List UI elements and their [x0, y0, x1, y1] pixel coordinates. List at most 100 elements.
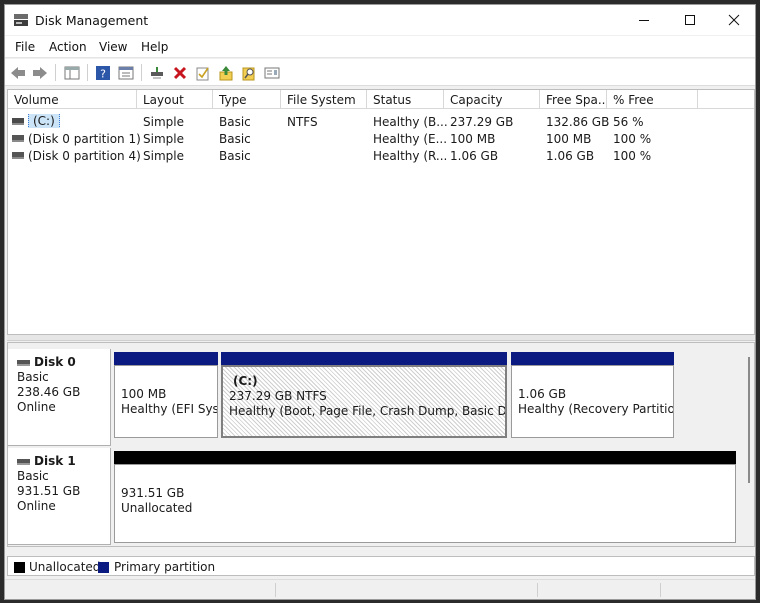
column-header-volume[interactable]: Volume: [8, 90, 137, 109]
toolbar-separator: [87, 64, 88, 81]
partition-c[interactable]: (C:) 237.29 GB NTFS Healthy (Boot, Page …: [221, 352, 507, 438]
column-header-percent-free[interactable]: % Free: [607, 90, 698, 109]
disk-0-label[interactable]: Disk 0 Basic 238.46 GB Online: [8, 349, 111, 446]
help-button[interactable]: ?: [94, 64, 112, 82]
check-button[interactable]: [194, 64, 212, 82]
menu-help[interactable]: Help: [141, 40, 168, 54]
help-icon: ?: [96, 66, 110, 81]
volume-free-space: 100 MB: [546, 132, 592, 146]
primary-partition-bar: [511, 352, 674, 365]
disk-1-label[interactable]: Disk 1 Basic 931.51 GB Online: [8, 448, 111, 545]
volume-drive-icon: [12, 118, 24, 125]
volume-file-system: NTFS: [287, 115, 318, 129]
disk-map-scrollbar[interactable]: [746, 349, 752, 539]
partition-size: 931.51 GB: [121, 486, 185, 500]
partition-size: 237.29 GB NTFS: [229, 389, 327, 403]
show-hide-console-tree-icon: [64, 66, 80, 80]
minimize-icon: [639, 20, 649, 21]
disk-name: Disk 1: [34, 454, 76, 468]
column-header-status[interactable]: Status: [367, 90, 444, 109]
search-button[interactable]: [240, 64, 258, 82]
toolbar-separator: [55, 64, 56, 81]
partition-efi[interactable]: 100 MB Healthy (EFI Syste: [114, 352, 218, 438]
volume-type: Basic: [219, 149, 251, 163]
forward-button[interactable]: [31, 64, 49, 82]
volume-type: Basic: [219, 115, 251, 129]
volume-status: Healthy (R...: [373, 149, 448, 163]
disk-state: Online: [17, 400, 56, 414]
volume-status: Healthy (B...: [373, 115, 448, 129]
connect-drive-icon: [151, 67, 163, 79]
maximize-button[interactable]: [667, 5, 713, 35]
volume-drive-icon: [12, 152, 24, 159]
disk-map-pane: Disk 0 Basic 238.46 GB Online 100 MB Hea…: [7, 342, 755, 547]
partition-body-selected: (C:) 237.29 GB NTFS Healthy (Boot, Page …: [221, 365, 507, 438]
check-icon: [196, 67, 209, 81]
volume-percent-free: 56 %: [613, 115, 644, 129]
column-header-layout[interactable]: Layout: [137, 90, 213, 109]
import-button[interactable]: [217, 64, 235, 82]
partition-unallocated[interactable]: 931.51 GB Unallocated: [114, 451, 736, 543]
status-divider: [537, 583, 538, 597]
column-header-type[interactable]: Type: [213, 90, 281, 109]
volume-capacity: 237.29 GB: [450, 115, 514, 129]
menu-action[interactable]: Action: [49, 40, 87, 54]
disk-management-app-icon: [14, 14, 28, 26]
import-icon: [219, 66, 233, 81]
minimize-button[interactable]: [621, 5, 667, 35]
scrollbar-thumb[interactable]: [748, 357, 750, 483]
volume-row[interactable]: (C:) Simple Basic NTFS Healthy (B... 237…: [8, 113, 754, 130]
toolbar-separator: [141, 64, 142, 81]
column-header-filler: [698, 90, 754, 109]
pane-splitter[interactable]: [7, 335, 755, 341]
volume-percent-free: 100 %: [613, 149, 652, 163]
title-bar: Disk Management: [5, 5, 755, 35]
column-header-capacity[interactable]: Capacity: [444, 90, 540, 109]
column-header-free-space[interactable]: Free Spa...: [540, 90, 607, 109]
unallocated-bar: [114, 451, 736, 464]
status-divider: [275, 583, 276, 597]
legend-swatch-primary: [98, 562, 109, 573]
partition-status: Healthy (Boot, Page File, Crash Dump, Ba…: [229, 404, 507, 418]
disk-type: Basic: [17, 469, 49, 483]
volume-name: (Disk 0 partition 1): [28, 132, 141, 146]
volume-name: (C:): [28, 114, 60, 128]
column-header-file-system[interactable]: File System: [281, 90, 367, 109]
partition-body: 100 MB Healthy (EFI Syste: [114, 365, 218, 438]
volume-layout: Simple: [143, 132, 184, 146]
partition-body: 931.51 GB Unallocated: [114, 464, 736, 543]
back-icon: [11, 67, 25, 79]
legend-swatch-unallocated: [14, 562, 25, 573]
status-bar: [5, 579, 755, 599]
menu-view[interactable]: View: [99, 40, 127, 54]
volume-name: (Disk 0 partition 4): [28, 149, 141, 163]
partition-status: Healthy (Recovery Partition): [518, 402, 674, 416]
partition-recovery[interactable]: 1.06 GB Healthy (Recovery Partition): [511, 352, 674, 438]
primary-partition-bar: [114, 352, 218, 365]
primary-partition-bar: [221, 352, 507, 365]
view-button[interactable]: [263, 64, 281, 82]
legend-label-primary: Primary partition: [114, 560, 216, 574]
partition-status: Unallocated: [121, 501, 193, 515]
volume-row[interactable]: (Disk 0 partition 1) Simple Basic Health…: [8, 130, 754, 147]
volume-type: Basic: [219, 132, 251, 146]
connect-drive-button[interactable]: [148, 64, 166, 82]
close-button[interactable]: [711, 5, 757, 35]
search-icon: [242, 67, 255, 81]
disk-icon: [17, 458, 30, 465]
volume-row[interactable]: (Disk 0 partition 4) Simple Basic Health…: [8, 147, 754, 164]
view-icon: [264, 67, 280, 79]
back-button[interactable]: [9, 64, 27, 82]
disk-type: Basic: [17, 370, 49, 384]
status-divider: [660, 583, 661, 597]
disk-size: 238.46 GB: [17, 385, 81, 399]
partition-size: 1.06 GB: [518, 387, 567, 401]
volume-capacity: 100 MB: [450, 132, 496, 146]
volume-capacity: 1.06 GB: [450, 149, 499, 163]
disk-state: Online: [17, 499, 56, 513]
properties-button[interactable]: [117, 64, 135, 82]
close-icon: [728, 14, 740, 26]
delete-button[interactable]: [171, 64, 189, 82]
menu-file[interactable]: File: [15, 40, 35, 54]
show-hide-console-tree-button[interactable]: [63, 64, 81, 82]
